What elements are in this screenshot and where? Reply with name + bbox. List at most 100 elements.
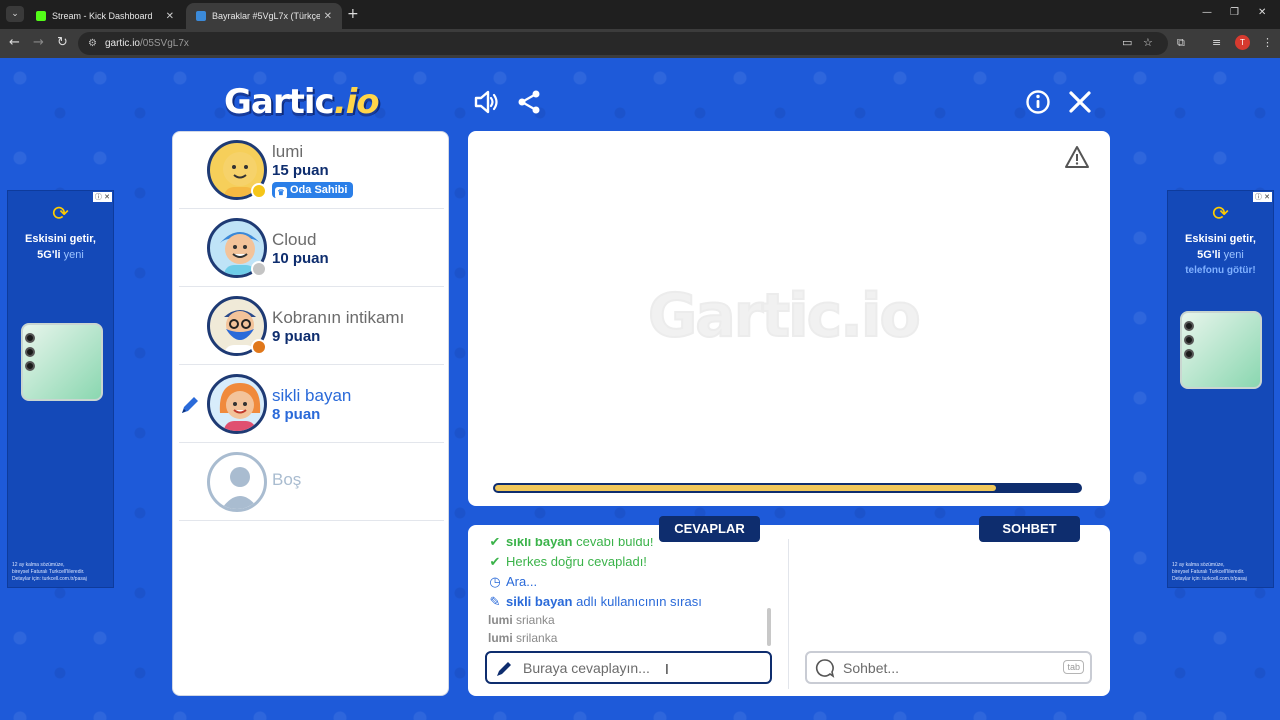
share-icon[interactable] — [516, 89, 542, 115]
player-row[interactable]: Cloud 10 puan — [179, 210, 444, 287]
url-host: gartic.io — [104, 38, 140, 49]
close-game-icon[interactable] — [1067, 89, 1093, 115]
chat-placeholder: Sohbet... — [843, 659, 900, 676]
player-row[interactable]: sikli bayan 8 puan — [179, 366, 444, 443]
tab-chat[interactable]: SOHBET — [979, 516, 1080, 542]
profile-avatar[interactable]: T — [1235, 35, 1250, 50]
ad-5g-text: 5G'li — [1197, 249, 1221, 261]
player-score: 8 puan — [272, 406, 321, 423]
player-row[interactable]: Kobranın intikamı 9 puan — [179, 288, 444, 365]
player-row[interactable]: lumi 15 puan ♛ Oda Sahibi — [179, 132, 444, 209]
player-name: Cloud — [272, 230, 317, 249]
status-dot — [251, 183, 267, 199]
extensions-icon[interactable]: ⧉ — [1177, 36, 1185, 50]
gartic-logo[interactable]: Gartic.io — [224, 82, 380, 122]
msg-text: cevabı buldu! — [576, 538, 654, 549]
badge-label: Oda Sahibi — [290, 184, 348, 196]
pencil-icon — [497, 661, 511, 676]
install-app-icon[interactable]: ▭ — [1122, 36, 1132, 50]
empty-slot: Boş — [179, 444, 444, 521]
list-item: ◷ Ara... — [488, 574, 537, 590]
address-bar[interactable]: ⚙ gartic.io/05SVgL7x — [78, 32, 1168, 55]
ad-fine-3: Detaylar için: turkcell.com.tr/pasaj — [1172, 576, 1247, 582]
msg-text: srilanka — [516, 631, 558, 645]
chat-input[interactable]: Sohbet... tab — [805, 651, 1092, 684]
msg-text: Ara... — [506, 574, 538, 589]
msg-text: adlı kullanıcının sırası — [576, 594, 702, 609]
tab-search-button[interactable]: ⌄ — [6, 6, 24, 22]
player-score: 10 puan — [272, 250, 329, 267]
minimize-icon[interactable]: — — [1202, 7, 1212, 18]
ad-headline: Eskisini getir, — [25, 233, 96, 245]
ad-banner-left[interactable]: ⓘ ✕ ⟳ Eskisini getir, 5G'li yeni 12 ay k… — [7, 190, 114, 588]
media-control-icon[interactable]: ≡ — [1212, 36, 1221, 50]
ad-banner-right[interactable]: ⓘ ✕ ⟳ Eskisini getir, 5G'li yeni telefon… — [1167, 190, 1274, 588]
players-panel: lumi 15 puan ♛ Oda Sahibi Cloud 10 puan K… — [172, 131, 449, 696]
player-name: sikli bayan — [272, 386, 352, 405]
ad-subline: 5G'li yeni — [8, 249, 113, 261]
close-tab-icon[interactable]: ✕ — [166, 11, 174, 22]
logo-suffix: .io — [333, 82, 380, 122]
browser-tabbar: ⌄ Stream - Kick Dashboard ✕ Bayraklar #5… — [0, 0, 1280, 29]
player-name: Kobranın intikamı — [272, 308, 405, 327]
timer-bar — [493, 483, 1082, 493]
browser-tab-gartic[interactable]: Bayraklar #5VgL7x (Türkçe) - Gartic.io ✕ — [186, 3, 342, 29]
ad-5g-text: 5G'li — [37, 249, 61, 261]
site-info-icon[interactable]: ⚙ — [88, 38, 97, 49]
ad-tagline: telefonu götür! — [1185, 265, 1256, 276]
status-dot — [251, 339, 267, 355]
answers-list: ✔ sikli bayan cevabı buldu! ✔ Herkes doğru… — [488, 538, 768, 648]
canvas-watermark: Gartic.io — [647, 280, 922, 352]
close-tab-icon[interactable]: ✕ — [324, 11, 332, 22]
bookmark-star-icon[interactable]: ☆ — [1143, 36, 1153, 50]
ad-fine-print: 12 ay kalma sözümüze, bireysel Faturalı … — [12, 562, 109, 583]
text-cursor-icon: I — [665, 663, 669, 678]
panel-divider — [788, 539, 789, 689]
tab-title: Stream - Kick Dashboard — [52, 11, 153, 21]
ad-fine-1: 12 ay kalma sözümüze, — [1172, 562, 1225, 568]
phone-image-icon — [1180, 311, 1262, 389]
player-name: Boş — [272, 470, 302, 489]
chat-bubble-icon — [815, 658, 835, 678]
empty-avatar-icon — [207, 452, 267, 512]
pencil-icon: ✎ — [489, 594, 501, 609]
close-window-icon[interactable]: ✕ — [1258, 7, 1266, 18]
report-warning-icon[interactable] — [1064, 145, 1090, 169]
menu-dots-icon[interactable]: ⋮ — [1262, 36, 1273, 50]
clock-icon: ◷ — [489, 574, 501, 589]
msg-user: sikli bayan — [506, 538, 573, 549]
msg-user: sikli bayan — [506, 594, 573, 609]
new-tab-button[interactable]: + — [347, 6, 359, 22]
browser-tab-kick[interactable]: Stream - Kick Dashboard ✕ — [26, 3, 184, 29]
info-icon[interactable] — [1025, 89, 1051, 115]
ad-new-text: yeni — [63, 249, 84, 261]
status-dot — [251, 261, 267, 277]
sound-icon[interactable] — [473, 89, 499, 115]
restore-icon[interactable]: ❐ — [1230, 7, 1239, 18]
crown-icon: ♛ — [275, 187, 287, 199]
list-item: lumi srianka — [488, 613, 555, 627]
list-item: ✔ sikli bayan cevabı buldu! — [488, 538, 654, 550]
ad-subline: 5G'li yeni — [1168, 249, 1273, 261]
list-item: ✔ Herkes doğru cevapladı! — [488, 554, 647, 570]
player-score: 15 puan — [272, 162, 329, 179]
ad-fine-print: 12 ay kalma sözümüze, bireysel Faturalı … — [1172, 562, 1269, 583]
forward-icon[interactable]: → — [33, 35, 44, 51]
answers-scrollbar[interactable] — [767, 608, 771, 646]
tab-title: Bayraklar #5VgL7x (Türkçe) - Gartic.io — [212, 11, 320, 21]
reload-icon[interactable]: ↻ — [57, 35, 68, 51]
msg-user: lumi — [488, 613, 513, 627]
back-icon[interactable]: ← — [9, 35, 20, 51]
msg-user: lumi — [488, 631, 513, 645]
pencil-icon — [182, 397, 198, 413]
turkcell-logo-icon: ⟳ — [1212, 201, 1229, 225]
kick-favicon-icon — [36, 11, 46, 21]
msg-text: srianka — [516, 613, 555, 627]
phone-image-icon — [21, 323, 103, 401]
player-name: lumi — [272, 142, 304, 161]
list-item: ✎ sikli bayan adlı kullanıcının sırası — [488, 594, 702, 610]
browser-toolbar: ← → ↻ ⚙ gartic.io/05SVgL7x ▭ ☆ ⧉ ≡ ⋮ — [0, 29, 1280, 58]
answer-input[interactable]: Buraya cevaplayın... — [485, 651, 772, 684]
ad-new-text: yeni — [1223, 249, 1244, 261]
drawing-canvas[interactable]: Gartic.io — [468, 131, 1110, 506]
